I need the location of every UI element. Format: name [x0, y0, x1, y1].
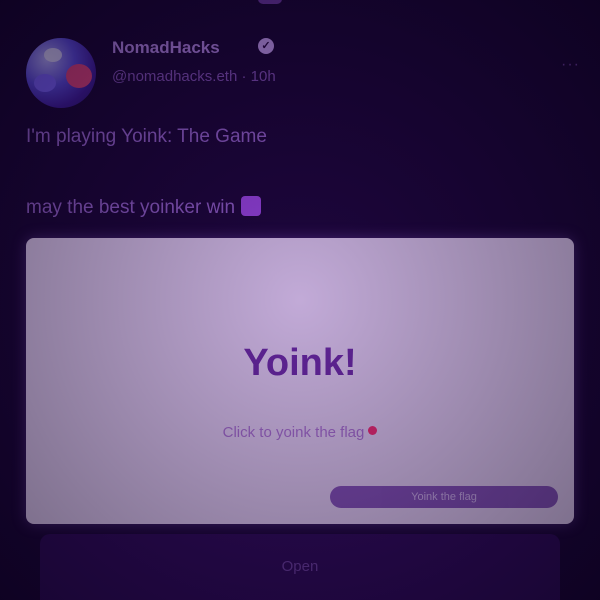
cast-text-line-2-text: may the best yoinker win: [26, 197, 236, 218]
frame-card[interactable]: Yoink! Click to yoink the flag Yoink the…: [26, 238, 574, 524]
frame-subtitle-text: Click to yoink the flag: [222, 424, 365, 441]
bottom-bar: Open: [40, 534, 560, 600]
frame-subtitle: Click to yoink the flag: [26, 424, 574, 441]
cast-header: NomadHacks ✓ @nomadhacks.eth · 10h ···: [26, 34, 580, 114]
post-time: 10h: [250, 68, 276, 85]
author-meta: @nomadhacks.eth · 10h: [112, 68, 276, 85]
verified-badge-icon: ✓: [258, 38, 274, 54]
frame-title: Yoink!: [243, 342, 357, 384]
meta-separator: ·: [241, 68, 251, 85]
top-notch: [258, 0, 282, 4]
cast-text-line-2: may the best yoinker win: [26, 196, 262, 219]
avatar[interactable]: [26, 38, 96, 108]
author-display-name[interactable]: NomadHacks: [112, 38, 220, 58]
cast-text-line-1: I'm playing Yoink: The Game: [26, 126, 267, 147]
more-options-icon[interactable]: ···: [561, 56, 580, 74]
flag-icon: [368, 426, 378, 435]
author-handle[interactable]: @nomadhacks.eth: [112, 68, 237, 85]
frame-action-button[interactable]: Yoink the flag: [330, 486, 558, 508]
emoji-icon: [241, 196, 262, 216]
open-button[interactable]: Open: [40, 558, 560, 575]
